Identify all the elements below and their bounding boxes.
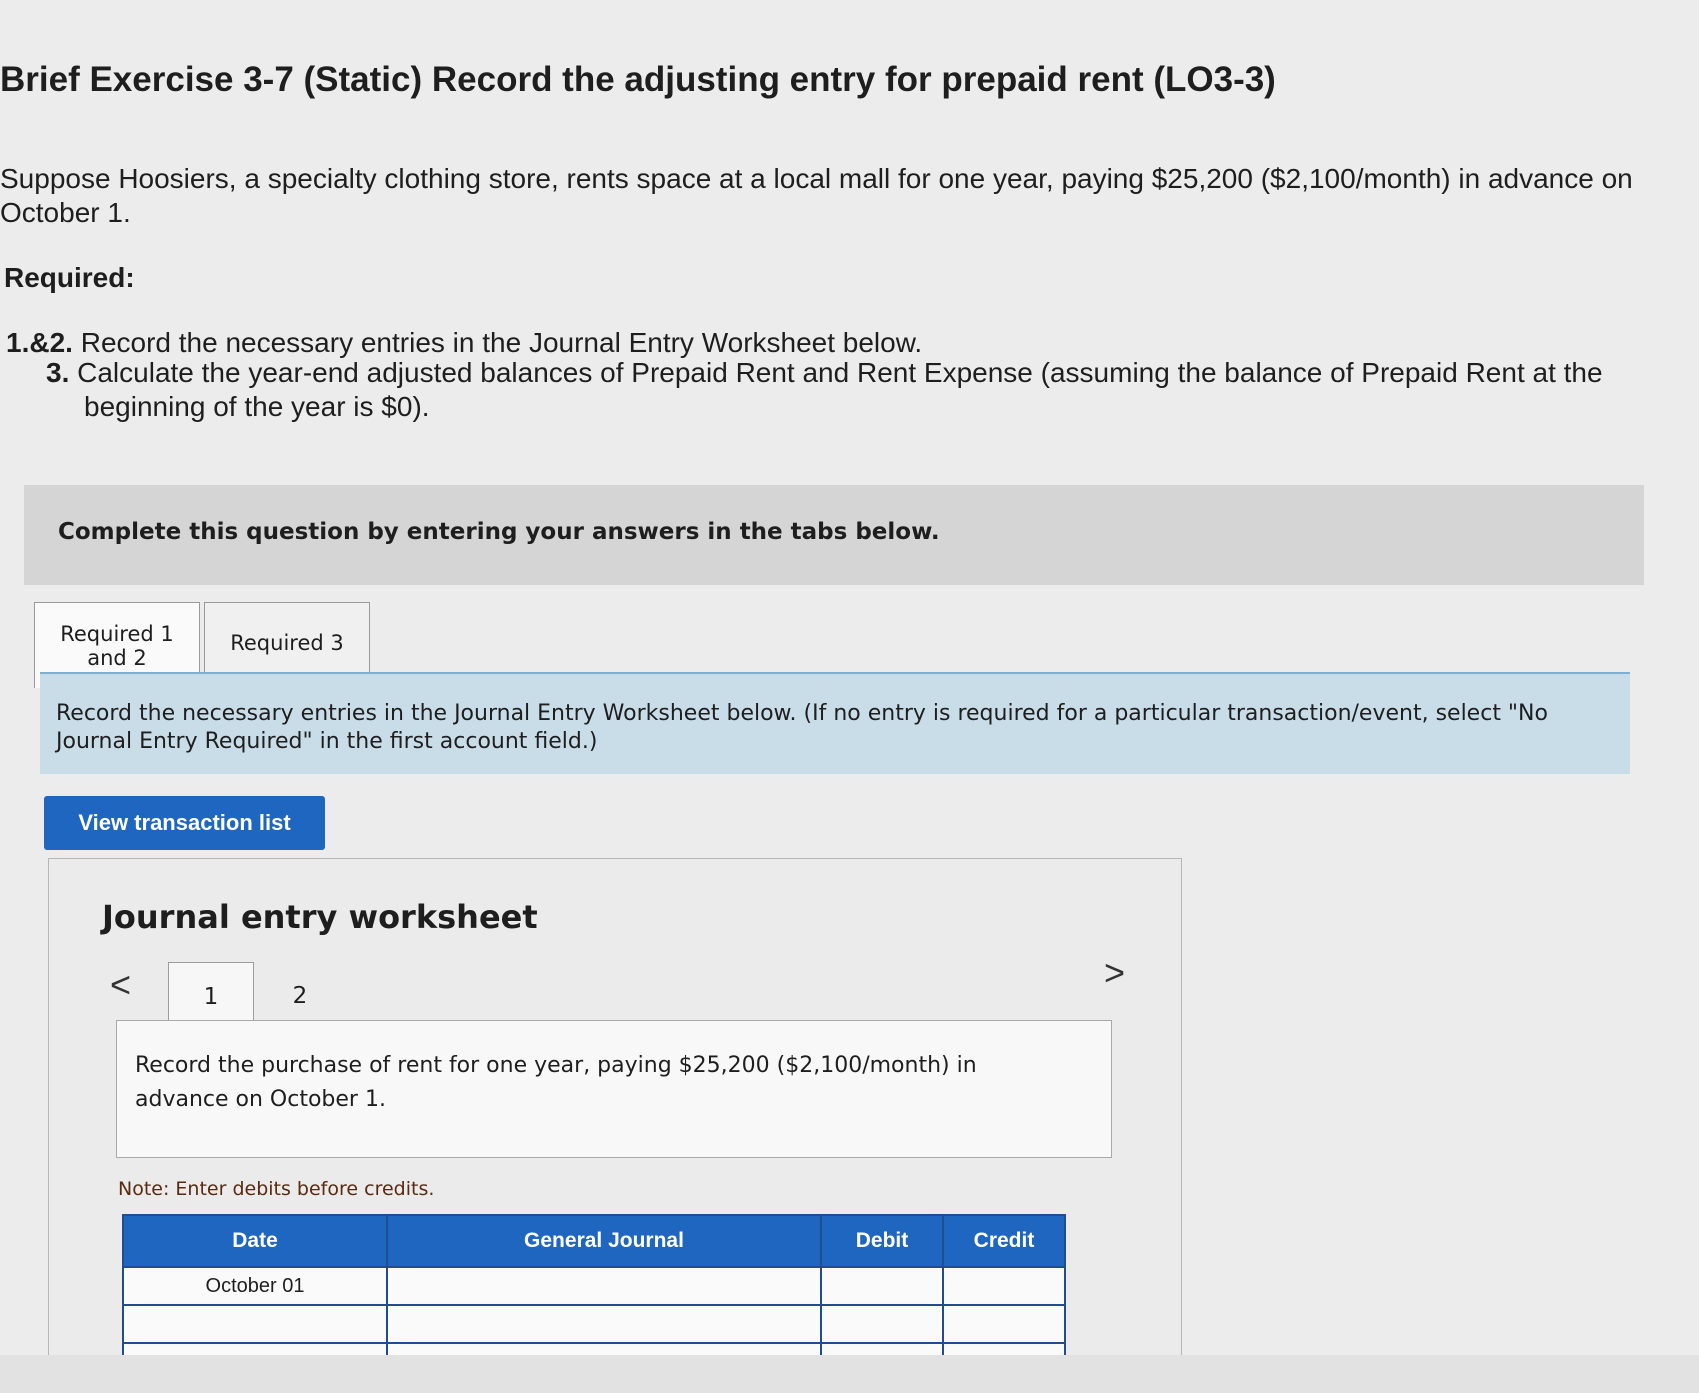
chevron-right-icon[interactable]: >	[1104, 952, 1125, 994]
table-row: October 01	[122, 1266, 1066, 1306]
tab-required-3[interactable]: Required 3	[204, 602, 370, 682]
column-header-credit: Credit	[942, 1214, 1066, 1268]
account-select[interactable]	[386, 1266, 822, 1306]
intro-text: Suppose Hoosiers, a specialty clothing s…	[0, 163, 1633, 228]
instructions-banner: Complete this question by entering your …	[24, 485, 1644, 585]
requirement-3: 3. Calculate the year-end adjusted balan…	[46, 356, 1684, 424]
instruction-box: Record the necessary entries in the Jour…	[40, 672, 1630, 774]
chevron-left-icon[interactable]: <	[110, 964, 131, 1006]
worksheet-title: Journal entry worksheet	[102, 898, 538, 936]
account-select[interactable]	[386, 1304, 822, 1344]
credit-input[interactable]	[942, 1304, 1066, 1344]
date-cell[interactable]: October 01	[122, 1266, 388, 1306]
date-cell[interactable]	[122, 1304, 388, 1344]
debit-input[interactable]	[820, 1266, 944, 1306]
required-label: Required:	[4, 262, 135, 293]
transaction-description-box: Record the purchase of rent for one year…	[116, 1020, 1112, 1158]
banner-text: Complete this question by entering your …	[58, 519, 940, 545]
instruction-text: Record the necessary entries in the Jour…	[56, 701, 1548, 754]
debit-input[interactable]	[820, 1304, 944, 1344]
page-title: Brief Exercise 3-7 (Static) Record the a…	[0, 60, 1276, 99]
tab-label: Required 3	[230, 630, 344, 655]
worksheet-note: Note: Enter debits before credits.	[118, 1178, 435, 1200]
column-header-general-journal: General Journal	[386, 1214, 822, 1268]
tab-label-line2: and 2	[87, 645, 147, 670]
requirement-1-2: 1.&2. Record the necessary entries in th…	[6, 327, 922, 359]
view-transaction-list-button[interactable]: View transaction list	[44, 796, 325, 850]
column-header-date: Date	[122, 1214, 388, 1268]
credit-input[interactable]	[942, 1266, 1066, 1306]
requirement-number: 3.	[46, 357, 70, 388]
table-row	[122, 1304, 1066, 1344]
requirement-number: 1.&2.	[6, 327, 73, 358]
requirement-text: Calculate the year-end adjusted balances…	[77, 357, 1603, 422]
requirement-text: Record the necessary entries in the Jour…	[80, 327, 923, 358]
column-header-debit: Debit	[820, 1214, 944, 1268]
bottom-navigation-strip	[0, 1355, 1699, 1393]
tab-label-line1: Required 1	[60, 621, 174, 646]
journal-header-row: Date General Journal Debit Credit	[122, 1214, 1066, 1268]
transaction-description: Record the purchase of rent for one year…	[135, 1053, 977, 1112]
